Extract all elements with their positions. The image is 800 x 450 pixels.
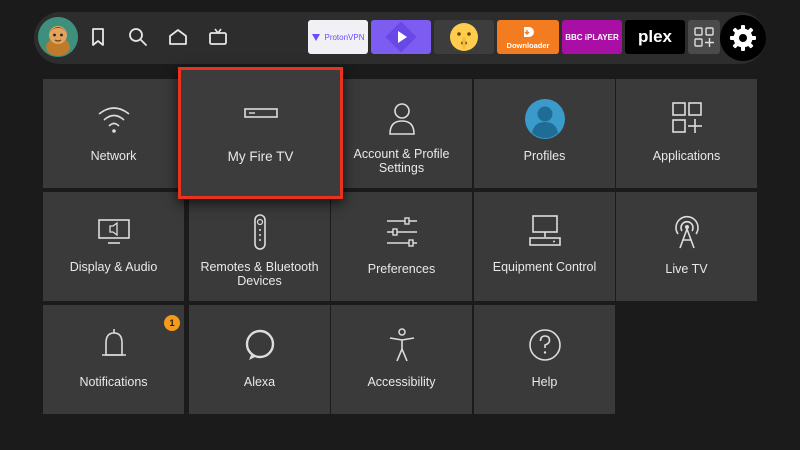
tile-label: Display & Audio — [69, 260, 158, 274]
app-plex[interactable]: plex — [625, 20, 685, 54]
tile-account-profile-settings[interactable]: Account & Profile Settings — [331, 79, 472, 188]
notification-count-badge: 1 — [164, 315, 180, 331]
tile-alexa[interactable]: Alexa — [189, 305, 330, 414]
app-label: Downloader — [506, 40, 550, 50]
app-downloader[interactable]: Downloader — [497, 20, 559, 54]
applications-grid-icon — [671, 102, 702, 133]
tile-remotes-bluetooth[interactable]: Remotes & Bluetooth Devices — [189, 192, 330, 301]
profile-avatar-icon — [524, 99, 565, 139]
tile-label: Equipment Control — [492, 260, 597, 274]
app-shush[interactable] — [434, 20, 494, 54]
wifi-icon — [98, 107, 129, 133]
tile-label: Applications — [652, 149, 721, 163]
tile-label: Live TV — [665, 262, 708, 276]
tile-label: Help — [531, 375, 558, 389]
tile-label: Alexa — [243, 375, 276, 389]
settings-button[interactable] — [720, 15, 766, 61]
app-bbc-iplayer[interactable]: BBC iPLAYER — [562, 20, 622, 54]
tile-profiles[interactable]: Profiles — [474, 79, 615, 188]
tile-equipment-control[interactable]: Equipment Control — [474, 192, 615, 301]
bell-icon — [101, 329, 126, 356]
play-diamond-icon — [385, 21, 417, 53]
app-label: plex — [637, 27, 673, 46]
search-icon[interactable] — [127, 26, 149, 48]
tile-label: Preferences — [367, 262, 436, 276]
tile-my-fire-tv[interactable]: My Fire TV — [178, 67, 343, 199]
tile-network[interactable]: Network — [43, 79, 184, 188]
tile-label: Accessibility — [367, 375, 436, 389]
tile-label: Network — [90, 149, 137, 163]
apps-grid-icon — [694, 27, 714, 47]
app-emby[interactable] — [371, 20, 431, 54]
tile-display-audio[interactable]: Display & Audio — [43, 192, 184, 301]
bookmark-icon[interactable] — [87, 26, 109, 48]
person-icon — [388, 103, 415, 135]
remote-icon — [253, 214, 266, 250]
app-label: BBC iPLAYER — [565, 32, 619, 42]
tile-label: Notifications — [79, 375, 148, 389]
home-icon[interactable] — [167, 26, 189, 48]
tile-label: Account & Profile Settings — [353, 147, 450, 175]
tile-help[interactable]: Help — [474, 305, 615, 414]
app-label: ProtonVPN — [324, 32, 365, 42]
tile-applications[interactable]: Applications — [616, 79, 757, 188]
help-icon — [528, 329, 561, 361]
antenna-icon — [674, 215, 699, 249]
downloader-logo-icon — [524, 26, 534, 37]
app-protonvpn[interactable]: ProtonVPN — [308, 20, 368, 54]
sliders-icon — [386, 217, 417, 247]
tile-preferences[interactable]: Preferences — [331, 192, 472, 301]
live-tv-icon[interactable] — [207, 26, 229, 48]
tile-live-tv[interactable]: Live TV — [616, 192, 757, 301]
tile-label: My Fire TV — [227, 149, 294, 164]
display-audio-icon — [97, 219, 130, 244]
tile-label: Remotes & Bluetooth Devices — [200, 260, 319, 288]
shushing-face-icon — [450, 23, 478, 51]
equipment-icon — [528, 215, 561, 246]
accessibility-icon — [389, 328, 414, 362]
tile-label: Profiles — [523, 149, 566, 163]
gear-icon — [730, 25, 756, 51]
tile-accessibility[interactable]: Accessibility — [331, 305, 472, 414]
tile-notifications[interactable]: 1 Notifications — [43, 305, 184, 414]
more-apps-button[interactable] — [688, 20, 720, 54]
alexa-icon — [245, 329, 274, 360]
profile-avatar[interactable] — [38, 17, 78, 57]
fire-tv-device-icon — [243, 108, 278, 118]
